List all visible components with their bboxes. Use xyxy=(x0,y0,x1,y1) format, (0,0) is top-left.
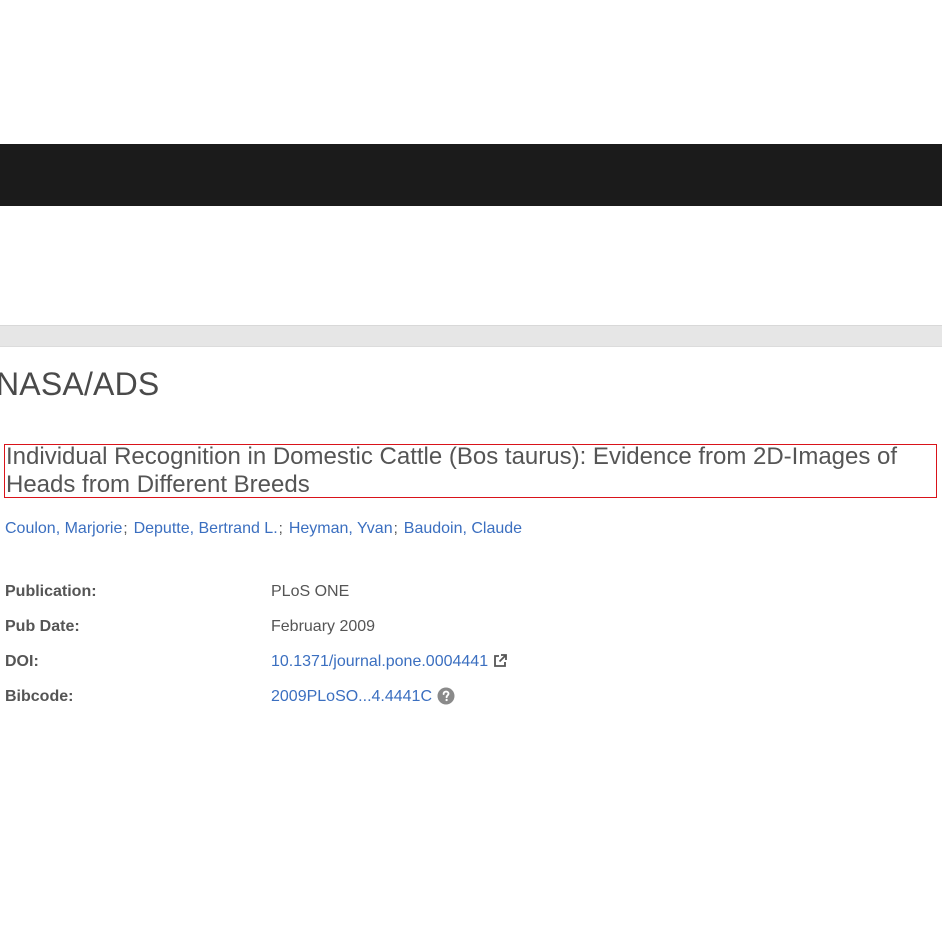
top-navigation-bar xyxy=(0,144,942,206)
bibcode-label: Bibcode: xyxy=(5,688,74,705)
author-separator: ; xyxy=(393,520,398,537)
publication-value: PLoS ONE xyxy=(271,583,350,600)
pub-date-label: Pub Date: xyxy=(5,618,80,635)
author-separator: ; xyxy=(123,520,128,537)
author-link[interactable]: Coulon, Marjorie xyxy=(5,520,122,537)
author-link[interactable]: Heyman, Yvan xyxy=(289,520,393,537)
author-list: Coulon, Marjorie; Deputte, Bertrand L.; He… xyxy=(5,519,522,539)
bibcode-link[interactable]: 2009PLoSO...4.4441C xyxy=(271,686,432,708)
author-link[interactable]: Deputte, Bertrand L. xyxy=(134,520,278,537)
publication-row: Publication: PLoS ONE xyxy=(5,581,605,616)
author-link[interactable]: Baudoin, Claude xyxy=(404,520,522,537)
publication-label: Publication: xyxy=(5,583,97,600)
doi-label: DOI: xyxy=(5,653,39,670)
external-link-icon[interactable] xyxy=(492,653,508,669)
secondary-toolbar xyxy=(0,325,942,347)
bibcode-row: Bibcode: 2009PLoSO...4.4441C xyxy=(5,686,605,721)
doi-row: DOI: 10.1371/journal.pone.0004441 xyxy=(5,651,605,686)
author-separator: ; xyxy=(278,520,283,537)
article-title: Individual Recognition in Domestic Cattl… xyxy=(6,443,898,498)
pub-date-value: February 2009 xyxy=(271,618,376,635)
article-details: Publication: PLoS ONE Pub Date: February… xyxy=(5,581,605,721)
doi-link[interactable]: 10.1371/journal.pone.0004441 xyxy=(271,651,488,673)
bibcode-value: 2009PLoSO...4.4441C xyxy=(271,686,455,708)
site-brand[interactable]: NASA/ADS xyxy=(0,364,159,404)
pub-date-row: Pub Date: February 2009 xyxy=(5,616,605,651)
doi-value: 10.1371/journal.pone.0004441 xyxy=(271,651,508,673)
page: NASA/ADS Individual Recognition in Domes… xyxy=(0,0,942,942)
question-circle-icon[interactable] xyxy=(437,687,455,705)
